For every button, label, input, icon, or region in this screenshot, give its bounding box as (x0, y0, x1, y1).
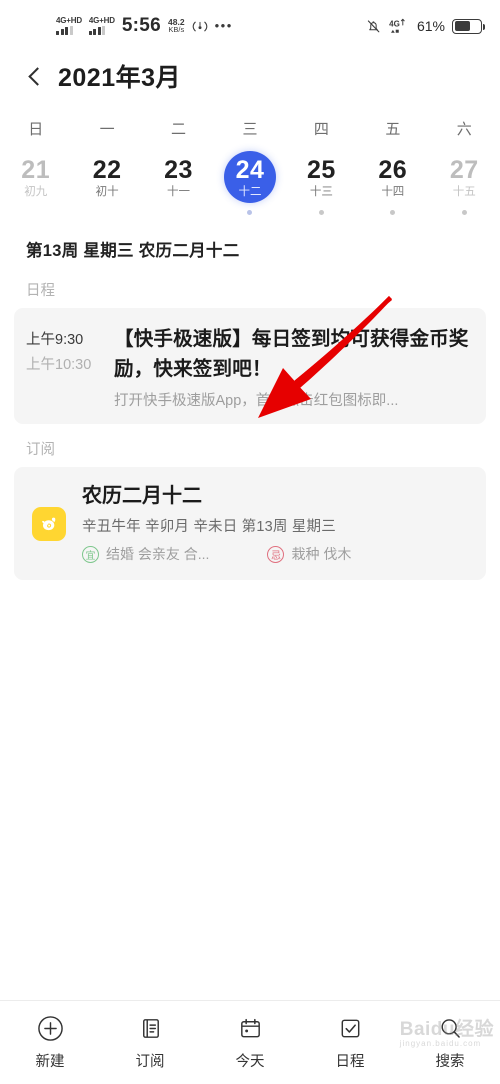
more-dots-icon: ••• (214, 18, 233, 33)
lunar-label: 初九 (24, 185, 48, 198)
ox-zodiac-icon (32, 506, 66, 541)
date-number: 22 (92, 155, 122, 184)
event-end-time: 上午10:30 (26, 357, 92, 373)
auspicious-badge-icon: 宜 (82, 545, 99, 563)
subscription-icon-wrap (26, 483, 72, 564)
battery-icon (452, 18, 485, 34)
nav-item-new[interactable]: 新建 (0, 1015, 100, 1071)
event-content: 【快手极速版】每日签到均可获得金币奖励，快来签到吧！ 打开快手极速版App，首页… (110, 324, 472, 410)
sim1-signal-icon: 4G+HD (56, 15, 82, 36)
mobile-data-icon: 4G (389, 18, 410, 35)
search-icon (436, 1015, 464, 1043)
nav-item-subscribe[interactable]: 订阅 (100, 1015, 200, 1071)
event-dot (176, 210, 181, 215)
date-number: 25 (306, 155, 336, 184)
subscription-content: 农历二月十二 辛丑牛年 辛卯月 辛未日 第13周 星期三 宜 结婚 会亲友 合.… (72, 483, 472, 564)
chevron-left-icon[interactable] (22, 63, 48, 89)
date-cell-25[interactable]: 25 十三 (286, 151, 357, 215)
subscribe-book-icon (136, 1015, 164, 1043)
schedule-section-label: 日程 (26, 283, 55, 299)
network-speed-indicator: 48.2 KB/s (168, 18, 185, 34)
subscription-card[interactable]: 农历二月十二 辛丑牛年 辛卯月 辛未日 第13周 星期三 宜 结婚 会亲友 合.… (14, 467, 486, 580)
event-start-time: 上午9:30 (26, 332, 84, 348)
event-dot (318, 210, 324, 215)
plus-circle-icon (36, 1015, 64, 1043)
lunar-label: 初十 (95, 185, 119, 198)
weekday-fri: 五 (385, 121, 401, 138)
nav-item-schedule[interactable]: 日程 (300, 1015, 400, 1071)
event-dot (390, 210, 396, 215)
weekday-tue: 二 (171, 121, 187, 138)
nav-label: 搜索 (435, 1053, 465, 1070)
sim1-network-label: 4G+HD (56, 15, 82, 25)
weekday-wed: 三 (242, 121, 258, 138)
status-bar-clock: 5:56 (121, 15, 162, 36)
date-cell-23[interactable]: 23 十一 (143, 151, 214, 215)
inauspicious-badge-icon: 忌 (267, 545, 285, 563)
battery-percent-label: 61% (416, 18, 445, 34)
status-bar-left: 4G+HD 4G+HD 5:56 48.2 KB/s ••• (56, 15, 233, 37)
weekday-sat: 六 (456, 121, 472, 138)
subscription-title: 农历二月十二 (82, 485, 202, 507)
event-dot (461, 210, 467, 215)
event-dot (247, 210, 253, 215)
date-cell-22[interactable]: 22 初十 (71, 151, 142, 215)
date-cell-27[interactable]: 27 十五 (429, 151, 500, 215)
subscription-meta: 辛丑牛年 辛卯月 辛未日 第13周 星期三 (82, 519, 336, 535)
event-title: 【快手极速版】每日签到均可获得金币奖励，快来签到吧！ (114, 328, 469, 380)
weekday-header-row: 日 一 二 三 四 五 六 (0, 104, 500, 143)
auspicious-items: 结婚 会亲友 合... (106, 546, 210, 562)
date-number: 24 (235, 155, 265, 184)
date-cell-24-selected[interactable]: 24 十二 (214, 151, 285, 215)
inauspicious-group: 忌 栽种 伐木 (267, 544, 351, 564)
event-dot (105, 210, 110, 215)
weekday-sun: 日 (28, 121, 44, 138)
selected-date-info: 第13周 星期三 农历二月十二 (26, 242, 240, 260)
almanac-row: 宜 结婚 会亲友 合... 忌 栽种 伐木 (82, 544, 472, 564)
sim2-signal-icon: 4G+HD (88, 15, 115, 36)
date-number: 26 (378, 155, 408, 184)
bottom-navigation-bar: 新建 订阅 今天 日程 搜索 (0, 1000, 500, 1084)
lunar-label: 十五 (452, 185, 476, 198)
calendar-app-screen: 4G+HD 4G+HD 5:56 48.2 KB/s ••• 4G 61% 20… (0, 0, 500, 1084)
date-number: 21 (21, 155, 51, 184)
date-number: 27 (449, 155, 479, 184)
status-bar-right: 4G 61% (365, 18, 485, 35)
calendar-today-icon (236, 1015, 264, 1043)
weekday-mon: 一 (99, 121, 115, 138)
lunar-label: 十二 (238, 185, 262, 198)
event-time-block: 上午9:30 上午10:30 (26, 324, 110, 410)
nav-label: 订阅 (135, 1053, 165, 1070)
title-bar: 2021年3月 (0, 52, 500, 104)
hotspot-icon (192, 20, 208, 33)
svg-text:4G: 4G (389, 19, 400, 28)
inauspicious-items: 栽种 伐木 (291, 546, 352, 562)
lunar-label: 十三 (309, 185, 333, 198)
event-subtitle: 打开快手极速版App，首页点击红包图标即... (114, 393, 399, 409)
lunar-label: 十四 (381, 185, 405, 198)
auspicious-group: 宜 结婚 会亲友 合... (82, 544, 209, 564)
event-dot (33, 210, 38, 215)
weekday-thu: 四 (313, 121, 329, 138)
date-cell-26[interactable]: 26 十四 (357, 151, 428, 215)
date-cell-21[interactable]: 21 初九 (0, 151, 71, 215)
week-date-row: 21 初九 22 初十 23 十一 24 十二 25 十三 26 十四 27 十… (0, 143, 500, 221)
nav-item-search[interactable]: 搜索 (400, 1015, 500, 1071)
nav-label: 今天 (235, 1053, 265, 1070)
page-title: 2021年3月 (58, 64, 182, 92)
subscription-section-label: 订阅 (26, 442, 55, 458)
checkbox-icon (336, 1015, 364, 1043)
nav-label: 日程 (335, 1053, 365, 1070)
lunar-label: 十一 (167, 185, 191, 198)
status-bar: 4G+HD 4G+HD 5:56 48.2 KB/s ••• 4G 61% (0, 0, 500, 52)
network-speed-unit: KB/s (168, 25, 185, 34)
nav-item-today[interactable]: 今天 (200, 1015, 300, 1071)
nav-label: 新建 (35, 1053, 65, 1070)
sim2-network-label: 4G+HD (88, 15, 115, 25)
date-number: 23 (164, 155, 193, 184)
schedule-event-card[interactable]: 上午9:30 上午10:30 【快手极速版】每日签到均可获得金币奖励，快来签到吧… (14, 308, 486, 424)
bell-muted-icon (365, 18, 382, 35)
